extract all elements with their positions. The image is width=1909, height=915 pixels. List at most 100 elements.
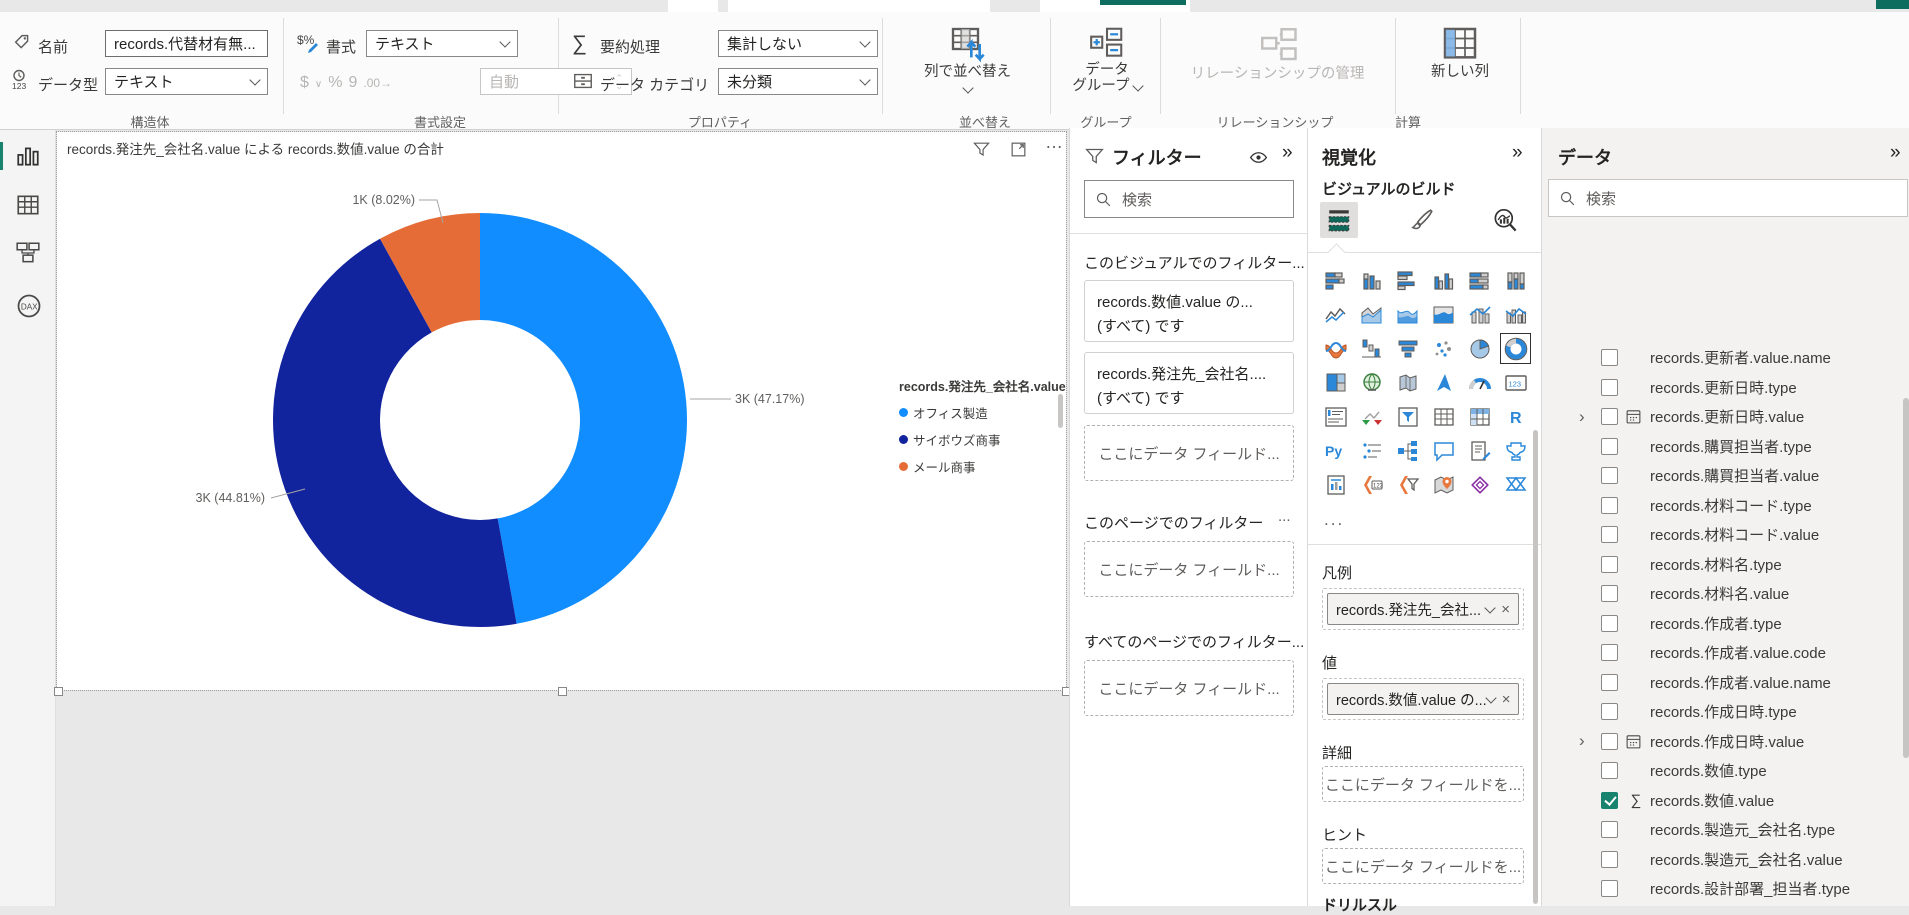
values-well[interactable]: records.数値.value の... × xyxy=(1322,678,1524,720)
python-script-icon[interactable]: Py xyxy=(1323,438,1348,463)
data-field-row[interactable]: › records.作成日時.value xyxy=(1545,727,1907,756)
page-filter-drop-area[interactable]: ここにデータ フィールド... xyxy=(1084,541,1294,597)
more-options-icon[interactable]: … xyxy=(1045,132,1064,153)
metrics-icon[interactable] xyxy=(1503,438,1528,463)
decomposition-tree-icon[interactable] xyxy=(1395,438,1420,463)
data-pane-scrollbar-thumb[interactable] xyxy=(1903,398,1909,758)
filled-map-icon[interactable] xyxy=(1395,370,1420,395)
table-view-button[interactable] xyxy=(15,192,41,218)
clustered-column-chart-icon[interactable] xyxy=(1431,268,1456,293)
viz-pane-scrollbar-thumb[interactable] xyxy=(1533,430,1538,904)
page-filters-more-icon[interactable]: ... xyxy=(1278,508,1291,525)
field-checkbox[interactable] xyxy=(1601,614,1618,632)
card-icon[interactable]: 123 xyxy=(1503,370,1528,395)
paginated-report-icon[interactable] xyxy=(1323,472,1348,497)
data-field-row[interactable]: › records.更新日時.value xyxy=(1545,402,1907,431)
data-field-row[interactable]: records.製造元_会社名.value xyxy=(1545,845,1907,874)
pct-stacked-column-chart-icon[interactable] xyxy=(1503,268,1528,293)
ribbon-chart-icon[interactable] xyxy=(1323,336,1348,361)
resize-handle-bm[interactable] xyxy=(558,687,567,696)
pct-stacked-bar-chart-icon[interactable] xyxy=(1467,268,1492,293)
clustered-bar-chart-icon[interactable] xyxy=(1395,268,1420,293)
report-view-button[interactable] xyxy=(15,143,41,169)
custom-visual-diamond-icon[interactable] xyxy=(1467,472,1492,497)
data-field-row[interactable]: records.数値.type xyxy=(1545,756,1907,785)
data-field-row[interactable]: records.作成者.value.name xyxy=(1545,668,1907,697)
qna-icon[interactable] xyxy=(1431,438,1456,463)
data-search-input[interactable]: 検索 xyxy=(1548,179,1908,217)
data-field-row[interactable]: records.作成日時.type xyxy=(1545,697,1907,726)
focus-mode-icon[interactable] xyxy=(1009,140,1028,159)
all-pages-filter-drop-area[interactable]: ここにデータ フィールド... xyxy=(1084,660,1294,716)
r-script-icon[interactable]: R xyxy=(1503,404,1528,429)
analytics-tab[interactable] xyxy=(1486,202,1524,238)
map-icon[interactable] xyxy=(1359,370,1384,395)
field-checkbox[interactable] xyxy=(1601,496,1618,514)
format-visual-tab[interactable] xyxy=(1403,202,1441,238)
data-field-row[interactable]: records.更新日時.type xyxy=(1545,373,1907,402)
filter-card[interactable]: records.発注先_会社名.... (すべて) です xyxy=(1084,352,1294,414)
collapse-filter-pane-icon[interactable]: » xyxy=(1282,142,1293,164)
legend-well[interactable]: records.発注先_会社... × xyxy=(1322,588,1524,630)
funnel-chart-icon[interactable] xyxy=(1395,336,1420,361)
line-stacked-column-chart-icon[interactable] xyxy=(1467,302,1492,327)
field-checkbox[interactable] xyxy=(1601,467,1618,484)
scatter-chart-icon[interactable] xyxy=(1431,336,1456,361)
collapse-viz-pane-icon[interactable]: » xyxy=(1512,142,1523,164)
data-field-row[interactable]: records.更新者.value.name xyxy=(1545,343,1907,372)
field-checkbox[interactable] xyxy=(1601,644,1618,661)
kpi-icon[interactable] xyxy=(1359,404,1384,429)
waterfall-chart-icon[interactable] xyxy=(1359,336,1384,361)
field-checkbox[interactable] xyxy=(1601,703,1618,720)
pill-dropdown-icon[interactable] xyxy=(1484,601,1496,614)
values-field-pill[interactable]: records.数値.value の... × xyxy=(1327,683,1519,715)
data-field-row[interactable]: records.購買担当者.value xyxy=(1545,461,1907,490)
remove-field-icon[interactable]: × xyxy=(1502,691,1511,708)
legend-item[interactable]: オフィス製造 xyxy=(899,403,1066,422)
remove-field-icon[interactable]: × xyxy=(1501,601,1510,618)
model-view-button[interactable] xyxy=(15,240,41,266)
data-field-row[interactable]: records.製造元_会社名.type xyxy=(1545,815,1907,844)
field-checkbox[interactable] xyxy=(1601,791,1618,809)
more-visuals-icon[interactable]: ... xyxy=(1324,510,1344,530)
stacked-column-chart-icon[interactable] xyxy=(1359,268,1384,293)
summarize-select[interactable]: 集計しない xyxy=(718,30,878,57)
field-checkbox[interactable] xyxy=(1601,732,1618,750)
field-checkbox[interactable] xyxy=(1601,585,1618,602)
data-field-row[interactable]: ∑ records.数値.value xyxy=(1545,786,1907,815)
ribbon-tab-remnant[interactable] xyxy=(728,0,990,12)
table-icon[interactable] xyxy=(1431,404,1456,429)
data-field-row[interactable]: records.材料名.type xyxy=(1545,550,1907,579)
gauge-icon[interactable] xyxy=(1467,370,1492,395)
dax-query-view-button[interactable]: DAX xyxy=(15,292,41,318)
field-checkbox[interactable] xyxy=(1601,880,1618,897)
arcgis-map-icon[interactable] xyxy=(1431,472,1456,497)
data-field-row[interactable]: records.材料名.value xyxy=(1545,579,1907,608)
details-drop-area[interactable]: ここにデータ フィールドを... xyxy=(1322,766,1524,802)
area-chart-icon[interactable] xyxy=(1359,302,1384,327)
smart-narrative-icon[interactable] xyxy=(1467,438,1492,463)
field-checkbox[interactable] xyxy=(1601,349,1618,366)
field-checkbox[interactable] xyxy=(1601,526,1618,543)
data-field-row[interactable]: records.作成者.value.code xyxy=(1545,638,1907,667)
treemap-icon[interactable] xyxy=(1323,370,1348,395)
line-clustered-column-chart-icon[interactable] xyxy=(1503,302,1528,327)
filter-search-input[interactable]: 検索 xyxy=(1084,180,1294,218)
field-checkbox[interactable] xyxy=(1601,762,1618,779)
power-apps-icon[interactable]: 123 xyxy=(1359,472,1384,497)
expand-chevron-icon[interactable]: › xyxy=(1579,732,1585,749)
data-field-row[interactable]: records.購買担当者.type xyxy=(1545,432,1907,461)
build-visual-tab[interactable] xyxy=(1320,202,1358,238)
multi-row-card-icon[interactable] xyxy=(1323,404,1348,429)
field-checkbox[interactable] xyxy=(1601,555,1618,573)
quick-automate-icon[interactable] xyxy=(1395,472,1420,497)
legend-field-pill[interactable]: records.発注先_会社... × xyxy=(1327,593,1519,625)
key-influencers-icon[interactable] xyxy=(1359,438,1384,463)
field-name-input[interactable] xyxy=(105,30,268,57)
tooltips-drop-area[interactable]: ここにデータ フィールドを... xyxy=(1322,848,1524,884)
azure-map-icon[interactable] xyxy=(1431,370,1456,395)
expand-chevron-icon[interactable]: › xyxy=(1579,408,1585,425)
data-field-row[interactable]: records.材料コード.value xyxy=(1545,520,1907,549)
matrix-icon[interactable] xyxy=(1467,404,1492,429)
donut-chart-visual[interactable]: records.発注先_会社名.value による records.数値.val… xyxy=(56,131,1067,691)
